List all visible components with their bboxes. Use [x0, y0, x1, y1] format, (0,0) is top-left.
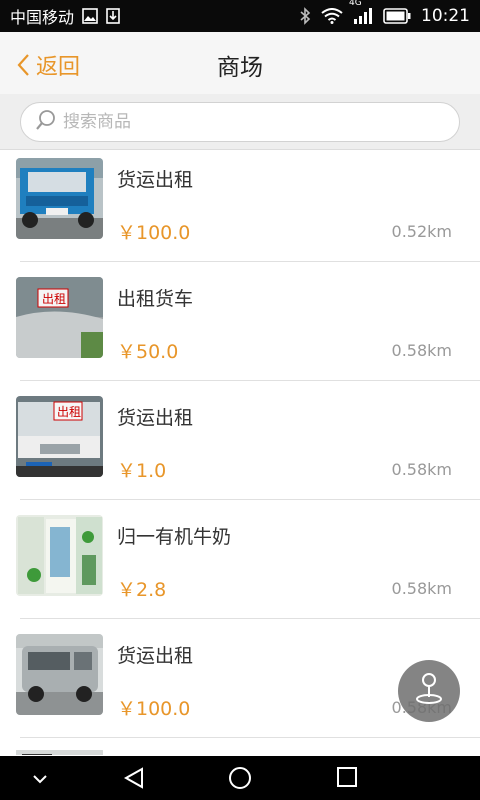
divider: [20, 380, 480, 381]
wifi-icon: [321, 8, 343, 24]
product-thumbnail: [16, 515, 103, 596]
home-circle-icon[interactable]: [228, 766, 252, 794]
product-title: 归一有机牛奶: [117, 526, 232, 548]
product-thumbnail: 出租: [16, 277, 103, 358]
map-pin-icon: [413, 671, 445, 711]
divider: [20, 261, 480, 262]
search-bar: [0, 94, 480, 150]
network-type-label: 4G: [349, 0, 362, 8]
image-icon: [82, 8, 98, 24]
download-icon: [106, 8, 120, 24]
app-header: 返回 商场: [0, 32, 480, 94]
product-thumbnail: [16, 158, 103, 239]
product-price: ￥1.0: [117, 460, 167, 482]
list-item[interactable]: 货运出租 ￥100.0 0.52km: [0, 150, 480, 269]
search-icon: [35, 109, 57, 135]
chevron-down-icon[interactable]: [32, 770, 48, 789]
product-thumbnail: [16, 747, 103, 755]
product-price: ￥50.0: [117, 341, 179, 363]
product-distance: 0.52km: [391, 222, 452, 241]
divider: [20, 618, 480, 619]
list-item[interactable]: 出租 出租货车 ￥50.0 0.58km: [0, 269, 480, 388]
product-distance: 0.58km: [391, 460, 452, 479]
map-location-button[interactable]: [398, 660, 460, 722]
back-triangle-icon[interactable]: [122, 766, 146, 794]
product-title: 货运出租: [117, 645, 194, 667]
svg-text:出租: 出租: [42, 292, 66, 306]
product-thumbnail: [16, 634, 103, 715]
search-box[interactable]: [20, 102, 460, 142]
product-price: ￥2.8: [117, 579, 167, 601]
page-title: 商场: [217, 55, 263, 81]
bluetooth-icon: [299, 7, 311, 25]
product-title: 货运出租: [117, 169, 194, 191]
svg-text:出租: 出租: [57, 405, 81, 419]
product-price: ￥100.0: [117, 222, 191, 244]
divider: [20, 499, 480, 500]
status-bar: 中国移动 4G 10:21: [0, 0, 480, 32]
product-thumbnail: 出租: [16, 396, 103, 477]
list-item[interactable]: 归一有机牛奶 ￥2.8 0.58km: [0, 507, 480, 626]
product-title: 货运出租: [117, 407, 194, 429]
signal-icon: 4G: [349, 0, 373, 25]
recents-square-icon[interactable]: [336, 766, 358, 792]
product-list: 货运出租 ￥100.0 0.52km 出租 出租货车 ￥50.0 0.58km: [0, 150, 480, 755]
product-title: 出租货车: [117, 288, 194, 310]
search-input[interactable]: [63, 112, 423, 132]
system-nav-bar: [0, 756, 480, 800]
clock: 10:21: [421, 6, 470, 26]
carrier-label: 中国移动: [10, 8, 75, 27]
divider: [20, 737, 480, 738]
battery-icon: [383, 8, 411, 24]
product-price: ￥100.0: [117, 698, 191, 720]
list-item[interactable]: 出租 货运出租 ￥1.0 0.58km: [0, 388, 480, 507]
product-distance: 0.58km: [391, 341, 452, 360]
product-distance: 0.58km: [391, 579, 452, 598]
